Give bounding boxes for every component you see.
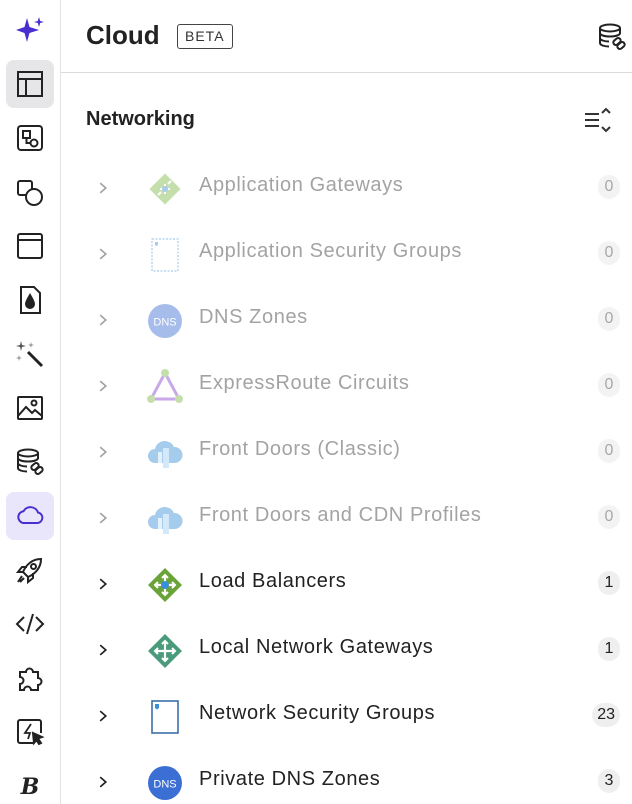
front-door-cdn-icon [146,500,184,538]
chevron-right-icon[interactable] [93,771,113,793]
resource-label: Load Balancers [199,570,347,592]
application-gateway-icon [146,170,184,208]
sparkle-icon[interactable] [6,6,54,54]
beta-badge: BETA [177,24,233,49]
svg-text:DNS: DNS [153,317,176,329]
count-badge: 0 [598,175,620,199]
count-badge: 23 [592,703,620,727]
resource-row[interactable]: Front Doors and CDN Profiles 0 [61,485,632,551]
svg-text:DNS: DNS [153,779,176,791]
chevron-right-icon[interactable] [93,573,113,595]
sort-icon [585,107,611,133]
resource-row[interactable]: DNS DNS Zones 0 [61,287,632,353]
objects-icon[interactable] [6,168,54,216]
private-dns-zone-icon: DNS [146,764,184,802]
count-badge: 1 [598,637,620,661]
count-badge: 0 [598,373,620,397]
resource-row[interactable]: Application Security Groups 0 [61,221,632,287]
resource-row[interactable]: DNS Private DNS Zones 3 [61,749,632,804]
dns-zone-icon: DNS [146,302,184,340]
chevron-right-icon[interactable] [93,705,113,727]
puzzle-icon[interactable] [6,654,54,702]
resource-row[interactable]: Load Balancers 1 [61,551,632,617]
network-security-group-icon [146,698,184,736]
resource-label: Network Security Groups [199,702,436,724]
database-link-icon [599,23,626,50]
resource-label: Application Gateways [199,174,404,196]
svg-text:B: B [20,774,40,800]
shapes-icon[interactable] [6,114,54,162]
rocket-icon[interactable] [6,546,54,594]
header: Cloud BETA [61,0,632,73]
count-badge: 1 [598,571,620,595]
front-door-icon [146,434,184,472]
resource-row[interactable]: Local Network Gateways 1 [61,617,632,683]
layout-icon[interactable] [6,60,54,108]
resource-label: Front Doors (Classic) [199,438,401,460]
resource-label: Application Security Groups [199,240,462,262]
code-icon[interactable] [6,600,54,648]
resource-label: Private DNS Zones [199,768,381,790]
chevron-right-icon[interactable] [93,375,113,397]
count-badge: 0 [598,307,620,331]
database-link-icon[interactable] [6,438,54,486]
resource-row[interactable]: Front Doors (Classic) 0 [61,419,632,485]
load-balancer-icon [146,566,184,604]
page-title: Cloud [86,20,160,50]
brand-b-icon[interactable]: B [6,762,54,804]
resource-label: ExpressRoute Circuits [199,372,410,394]
chevron-right-icon[interactable] [93,507,113,529]
count-badge: 0 [598,505,620,529]
resource-row[interactable]: Network Security Groups 23 [61,683,632,749]
section-title: Networking [86,108,195,130]
database-link-button[interactable] [592,18,632,56]
drop-file-icon[interactable] [6,276,54,324]
resource-row[interactable]: Application Gateways 0 [61,155,632,221]
expressroute-icon [146,368,184,406]
chevron-right-icon[interactable] [93,243,113,265]
chevron-right-icon[interactable] [93,441,113,463]
chevron-right-icon[interactable] [93,639,113,661]
count-badge: 3 [598,769,620,793]
resource-row[interactable]: ExpressRoute Circuits 0 [61,353,632,419]
resource-label: DNS Zones [199,306,308,328]
chevron-right-icon[interactable] [93,309,113,331]
image-icon[interactable] [6,384,54,432]
count-badge: 0 [598,241,620,265]
left-rail: B [0,0,61,804]
chevron-right-icon[interactable] [93,177,113,199]
sort-button[interactable] [580,102,616,138]
cloud-icon[interactable] [6,492,54,540]
resource-label: Front Doors and CDN Profiles [199,504,482,526]
local-network-gateway-icon [146,632,184,670]
window-icon[interactable] [6,222,54,270]
magic-wand-icon[interactable] [6,330,54,378]
lightning-cursor-icon[interactable] [6,708,54,756]
count-badge: 0 [598,439,620,463]
resource-label: Local Network Gateways [199,636,434,658]
application-security-group-icon [146,236,184,274]
